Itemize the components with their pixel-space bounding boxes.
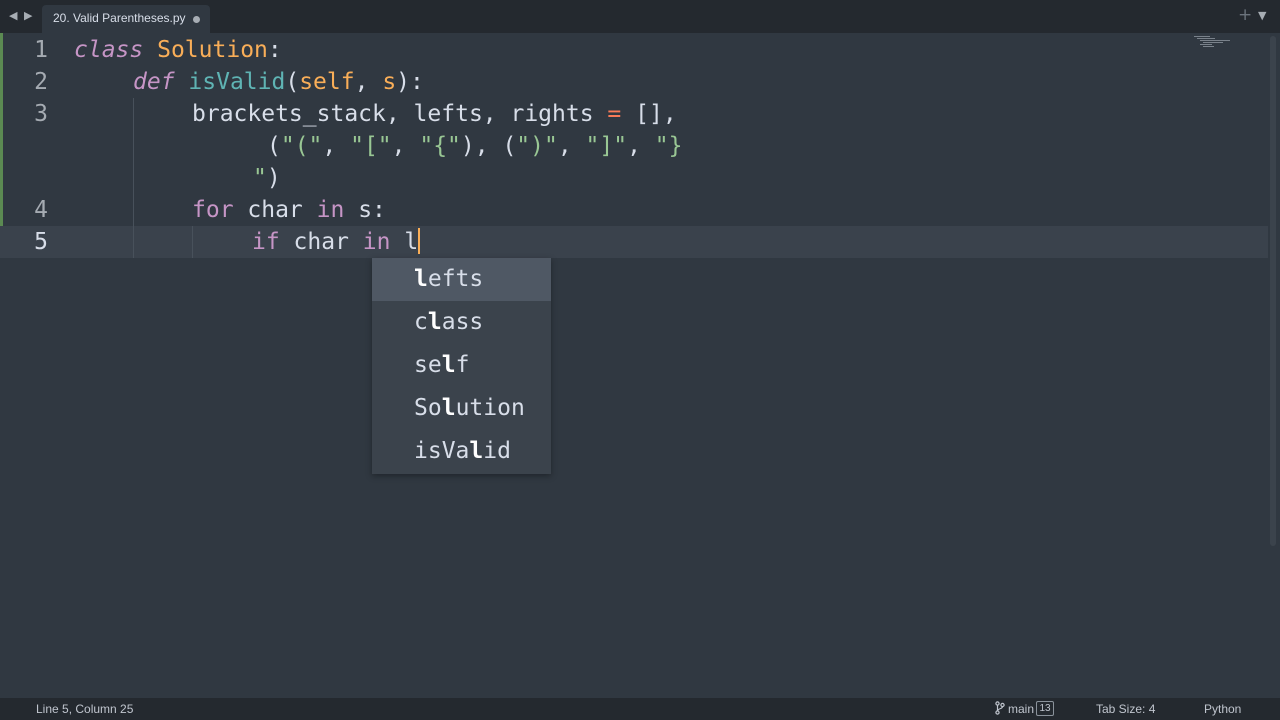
syntax-selector[interactable]: Python — [1204, 702, 1241, 716]
completion-text: se — [414, 352, 442, 378]
string: "]" — [585, 133, 628, 159]
match-highlight: l — [427, 309, 442, 335]
minimap-line — [1197, 38, 1215, 39]
git-branch-name[interactable]: main — [1008, 702, 1034, 716]
minimap-line — [1200, 40, 1230, 41]
completion-text: efts — [427, 266, 484, 292]
text-caret — [418, 228, 421, 254]
git-changes-badge[interactable]: 13 — [1036, 701, 1054, 716]
keyword: in — [316, 197, 345, 223]
expression: s: — [344, 197, 386, 223]
vertical-scrollbar[interactable] — [1270, 36, 1276, 546]
punctuation: : — [267, 37, 282, 63]
tab-title: 20. Valid Parentheses.py — [53, 11, 186, 25]
status-bar: Line 5, Column 25 main 13 Tab Size: 4 Py… — [0, 698, 1280, 720]
match-highlight: l — [414, 266, 428, 292]
match-highlight: l — [469, 438, 484, 464]
code-line-1: class Solution: — [74, 34, 282, 66]
completion-item-class[interactable]: class — [372, 301, 551, 344]
plus-icon[interactable]: + — [1238, 5, 1252, 25]
keyword: def — [133, 69, 175, 95]
code-line-3: brackets_stack, lefts, rights = [], — [192, 98, 677, 130]
function-name: isValid — [188, 69, 286, 95]
forward-arrow-icon[interactable]: ▶ — [24, 9, 32, 22]
string: " — [253, 165, 267, 191]
punctuation: , — [322, 133, 351, 159]
class-name: Solution — [157, 37, 268, 63]
keyword: for — [192, 197, 234, 223]
minimap[interactable] — [1194, 36, 1234, 48]
punctuation: ( — [285, 69, 300, 95]
completion-item-solution[interactable]: Solution — [372, 387, 551, 430]
unsaved-dot-icon[interactable] — [193, 16, 200, 23]
identifier: char — [279, 229, 363, 255]
punctuation: ( — [267, 133, 281, 159]
punctuation: ) — [266, 165, 281, 191]
completion-text: f — [455, 352, 470, 378]
keyword: in — [362, 229, 391, 255]
completion-item-lefts[interactable]: lefts — [372, 258, 551, 301]
line-number: 1 — [34, 37, 48, 63]
completion-text: c — [414, 309, 428, 335]
punctuation: ): — [396, 69, 424, 95]
code-line-5: if char in l — [252, 226, 421, 258]
tab-size[interactable]: Tab Size: 4 — [1096, 702, 1155, 716]
keyword: class — [74, 37, 144, 63]
completion-item-isvalid[interactable]: isValid — [372, 430, 551, 473]
line-number: 4 — [34, 197, 48, 223]
cursor-position[interactable]: Line 5, Column 25 — [36, 702, 133, 716]
dropdown-icon[interactable]: ▼ — [1258, 9, 1266, 22]
variables: brackets_stack, lefts, rights — [192, 101, 608, 127]
identifier: char — [233, 197, 317, 223]
parameter: s — [382, 69, 397, 95]
punctuation: , — [391, 133, 420, 159]
string: "[" — [350, 133, 392, 159]
indent-guide — [192, 226, 193, 258]
match-highlight: l — [441, 395, 456, 421]
completion-text: isVa — [414, 438, 470, 464]
match-highlight: l — [441, 352, 456, 378]
completion-text: So — [414, 395, 442, 421]
minimap-line — [1194, 36, 1210, 37]
punctuation: , — [627, 133, 655, 159]
minimap-line — [1203, 46, 1214, 47]
completion-text: ass — [441, 309, 484, 335]
indent-guide — [133, 98, 134, 258]
code-line-3-wrap-2: ") — [253, 162, 281, 194]
tab-valid-parentheses[interactable]: 20. Valid Parentheses.py — [42, 5, 210, 33]
code-line-4: for char in s: — [192, 194, 386, 226]
tab-bar: ◀ ▶ 20. Valid Parentheses.py + ▼ — [0, 0, 1280, 33]
back-arrow-icon[interactable]: ◀ — [9, 9, 17, 22]
minimap-line — [1203, 42, 1223, 43]
code-line-2: def isValid(self, s): — [133, 66, 424, 98]
minimap-line — [1200, 44, 1212, 45]
string: ")" — [516, 133, 558, 159]
current-line-highlight — [0, 226, 1268, 258]
autocomplete-popup: lefts class self Solution isValid — [372, 258, 551, 474]
punctuation: , — [557, 133, 586, 159]
completion-text: ution — [455, 395, 525, 421]
string: "{" — [419, 133, 461, 159]
punctuation: ), ( — [460, 133, 517, 159]
line-number: 3 — [34, 101, 48, 127]
line-number-active: 5 — [34, 229, 48, 255]
completion-text: id — [483, 438, 511, 464]
line-number: 2 — [34, 69, 48, 95]
completion-item-self[interactable]: self — [372, 344, 551, 387]
typed-text: l — [390, 229, 419, 255]
code-line-3-wrap-1: ("(", "[", "{"), (")", "]", "} — [267, 130, 683, 162]
operator: = — [607, 101, 622, 127]
expression: [], — [621, 101, 677, 127]
keyword: if — [252, 229, 280, 255]
string: "} — [654, 133, 683, 159]
punctuation: , — [354, 69, 369, 95]
parameter: self — [299, 69, 355, 95]
git-branch-icon — [995, 701, 1005, 715]
string: "(" — [280, 133, 323, 159]
